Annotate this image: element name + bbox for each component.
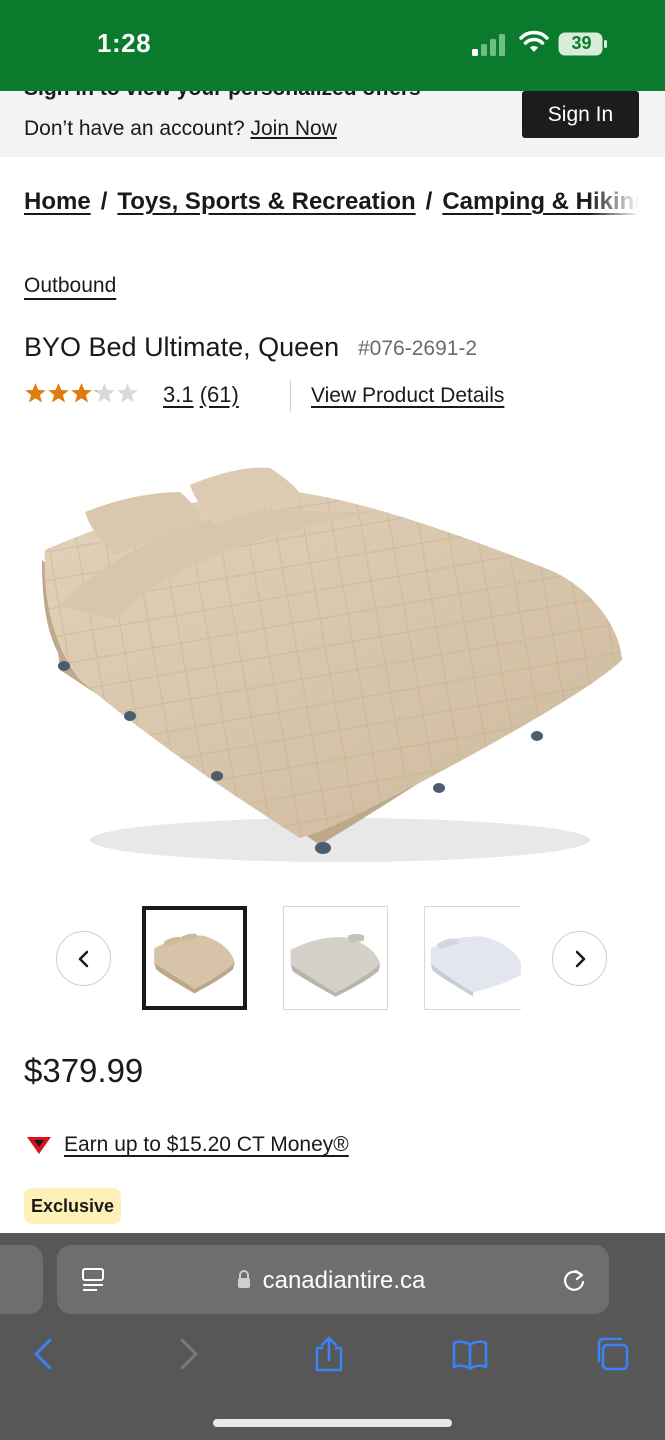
view-product-details-link[interactable]: View Product Details [311,384,504,408]
rating-value: 3.1 [163,382,194,407]
ct-money-link[interactable]: Earn up to $15.20 CT Money® [64,1133,349,1157]
no-account-label: Don’t have an account? [24,117,245,140]
divider [290,380,291,412]
star-icon [25,383,46,403]
product-price: $379.99 [24,1052,144,1089]
breadcrumb-home[interactable]: Home [24,188,91,215]
exclusive-badge: Exclusive [24,1188,122,1224]
previous-tab-preview[interactable] [0,1245,43,1314]
breadcrumb: Home / Toys, Sports & Recreation / Camping &… [24,188,639,222]
carousel-prev-button[interactable] [56,931,111,986]
forward-icon[interactable] [170,1336,206,1372]
carousel-next-button[interactable] [552,931,607,986]
battery-level: 39 [571,33,592,53]
breadcrumb-fade [589,188,639,222]
signin-prompt: Sign in to view your personalized offers [24,91,421,101]
product-image[interactable] [30,440,635,880]
star-icon [48,383,69,403]
rating-summary[interactable]: 3.1 (61) [163,382,239,408]
star-icon [94,383,115,403]
gallery-thumbnail[interactable] [424,906,521,1010]
ct-money-offer[interactable]: Earn up to $15.20 CT Money® [26,1133,349,1157]
ct-triangle-icon [27,1137,51,1154]
status-time: 1:28 [97,28,152,58]
star-icon [117,383,138,403]
thumbnail-image [154,933,235,994]
rating-stars[interactable] [24,382,139,404]
brand-link[interactable]: Outbound [24,274,116,298]
breadcrumb-toys-sports[interactable]: Toys, Sports & Recreation [117,188,415,215]
status-bar: 1:28 39 [0,0,665,91]
share-icon[interactable] [311,1336,347,1372]
thumbnail-image [290,934,381,997]
star-icon [71,383,92,403]
reload-icon[interactable] [561,1266,587,1294]
product-sku: #076-2691-2 [358,337,478,360]
url-domain: canadiantire.ca [262,1267,426,1294]
thumbnail-image [430,936,521,997]
no-account-text: Don’t have an account? Join Now [24,117,337,141]
back-icon[interactable] [26,1336,62,1372]
home-indicator [213,1419,452,1427]
wifi-icon [519,30,549,52]
breadcrumb-separator: / [425,188,433,215]
gallery-thumbnail[interactable] [283,906,388,1010]
signal-icon [472,34,505,56]
breadcrumb-separator: / [100,188,108,215]
sign-in-button[interactable]: Sign In [522,91,639,138]
tabs-icon[interactable] [594,1336,630,1372]
bookmarks-icon[interactable] [452,1336,488,1372]
url-text: canadiantire.ca [57,1267,609,1295]
gallery-thumbnail[interactable] [142,906,247,1010]
chevron-left-icon [78,950,88,967]
address-bar[interactable]: canadiantire.ca [57,1245,609,1314]
join-now-link[interactable]: Join Now [251,117,337,140]
review-count: (61) [199,382,239,407]
product-title: BYO Bed Ultimate, Queen [24,332,340,362]
chevron-right-icon [575,950,585,967]
